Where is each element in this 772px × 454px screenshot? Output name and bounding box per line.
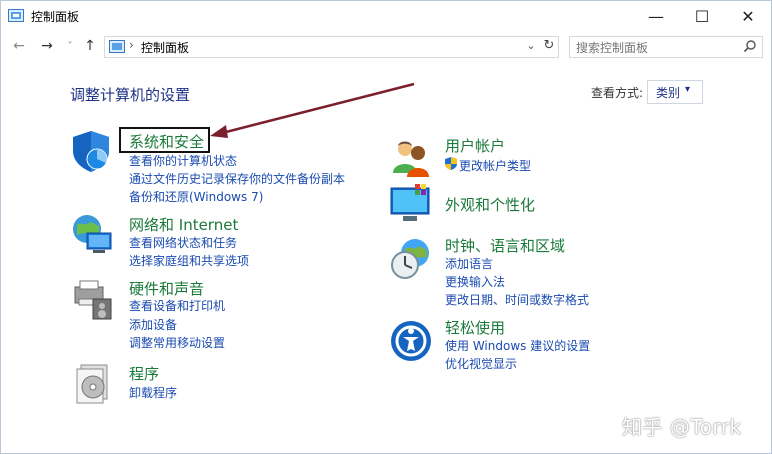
watermark-text: 知乎 @Torrk [622,415,742,439]
link-homegroup-sharing[interactable]: 选择家庭组和共享选项 [129,252,249,269]
minimize-button[interactable]: — [633,1,679,31]
category-title-hardware-sound[interactable]: 硬件和声音 [129,278,204,299]
link-view-computer-status[interactable]: 查看你的计算机状态 [129,152,237,169]
close-button[interactable]: ✕ [725,1,771,31]
search-icon[interactable] [743,39,757,53]
chevron-down-icon: ˅ [67,40,73,52]
link-backup-restore[interactable]: 备份和还原(Windows 7) [129,188,263,205]
back-arrow-icon: ← [13,38,25,54]
printer-speaker-icon[interactable] [71,277,115,321]
category-title-clock-region[interactable]: 时钟、语言和区域 [445,235,565,256]
link-change-account-type[interactable]: 更改帐户类型 [459,157,531,174]
close-icon: ✕ [741,6,755,26]
view-by-label: 查看方式: [591,86,644,100]
network-globe-icon[interactable] [71,213,115,257]
breadcrumb-control-panel[interactable]: 控制面板 [141,39,189,56]
link-add-language[interactable]: 添加语言 [445,255,493,272]
category-title-user-accounts[interactable]: 用户帐户 [445,135,505,156]
annotation-highlight-box [119,127,210,153]
view-by-dropdown[interactable]: 类别 ▾ [647,80,703,104]
title-bar: 控制面板 — ☐ ✕ [1,1,771,31]
clock-globe-icon[interactable] [389,237,433,281]
forward-button[interactable]: → [38,36,56,56]
breadcrumb-separator-icon[interactable]: › [129,38,134,52]
recent-locations-button[interactable]: ˅ [61,36,79,56]
window-title: 控制面板 [31,10,80,24]
link-mobility-settings[interactable]: 调整常用移动设置 [129,334,225,351]
address-bar[interactable]: › 控制面板 ⌄ ↻ [104,36,559,58]
up-arrow-icon: ↑ [84,38,96,54]
search-input[interactable]: 搜索控制面板 [569,36,763,58]
users-icon[interactable] [389,135,433,179]
back-button[interactable]: ← [10,36,28,56]
up-button[interactable]: ↑ [81,36,99,56]
ease-of-access-icon[interactable] [389,319,433,363]
category-title-programs[interactable]: 程序 [129,363,159,384]
forward-arrow-icon: → [41,38,53,54]
link-devices-printers[interactable]: 查看设备和打印机 [129,297,225,314]
search-placeholder: 搜索控制面板 [576,41,649,55]
category-title-network[interactable]: 网络和 Internet [129,214,238,235]
programs-disc-icon[interactable] [71,361,115,405]
category-title-ease-of-access[interactable]: 轻松使用 [445,317,505,338]
maximize-icon: ☐ [694,6,710,26]
monitor-palette-icon[interactable] [389,182,433,226]
link-network-status[interactable]: 查看网络状态和任务 [129,234,237,251]
category-title-appearance[interactable]: 外观和个性化 [445,194,535,215]
link-uninstall-program[interactable]: 卸载程序 [129,384,177,401]
link-file-history-backup[interactable]: 通过文件历史记录保存你的文件备份副本 [129,170,345,187]
link-optimize-visual-display[interactable]: 优化视觉显示 [445,355,517,372]
link-add-device[interactable]: 添加设备 [129,316,177,333]
shield-icon[interactable] [71,129,115,173]
uac-shield-icon [445,157,457,170]
page-title: 调整计算机的设置 [70,86,191,104]
link-change-date-time-format[interactable]: 更改日期、时间或数字格式 [445,291,589,308]
navigation-bar: ← → ˅ ↑ › 控制面板 ⌄ ↻ 搜索控制面板 [1,31,771,61]
control-panel-icon [8,9,24,22]
address-dropdown-icon[interactable]: ⌄ [523,39,539,55]
caret-down-icon: ▾ [685,84,691,95]
link-recommended-settings[interactable]: 使用 Windows 建议的设置 [445,337,590,354]
control-panel-window: 控制面板 — ☐ ✕ ← → ˅ ↑ › 控制面板 ⌄ ↻ 搜索控制面板 调整计… [0,0,772,454]
refresh-icon[interactable]: ↻ [541,38,557,56]
link-change-input-method[interactable]: 更换输入法 [445,273,505,290]
view-by-value: 类别 [656,86,681,100]
maximize-button[interactable]: ☐ [679,1,725,31]
control-panel-icon [109,40,125,53]
minimize-icon: — [648,6,664,26]
annotation-arrow-icon [210,82,415,138]
